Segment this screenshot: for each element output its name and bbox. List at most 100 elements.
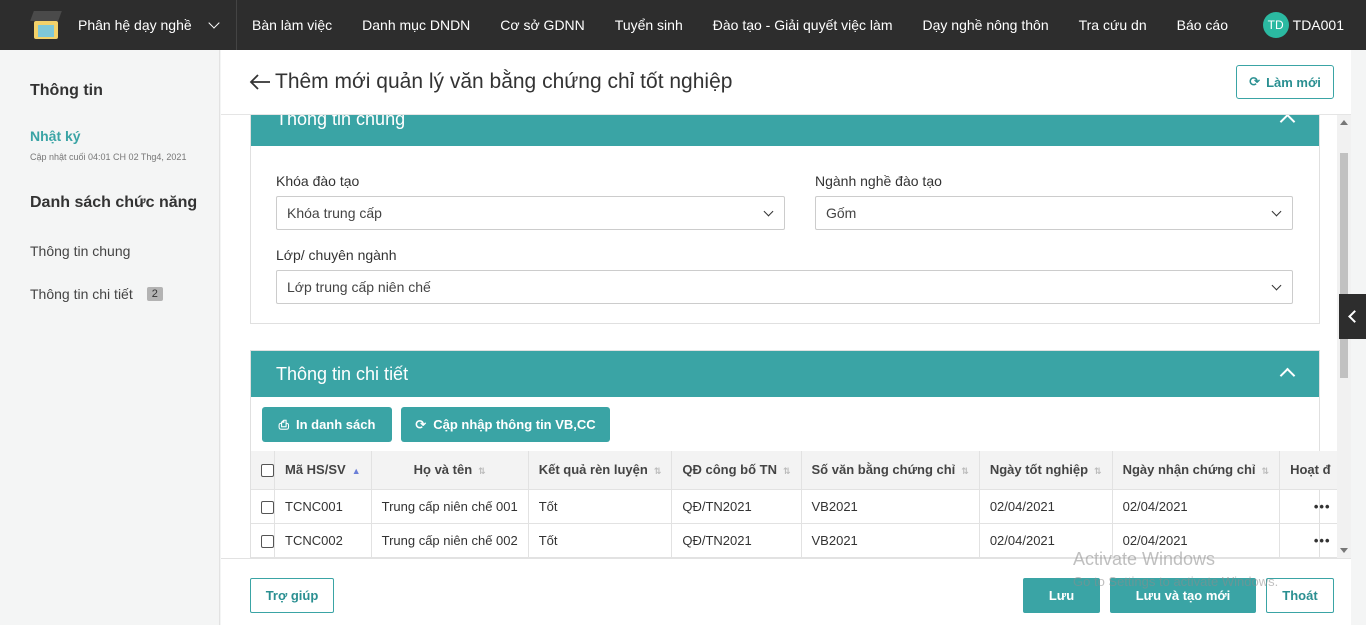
course-label: Khóa đào tạo (276, 173, 360, 189)
col-decision[interactable]: QĐ công bố TN ⇅ (671, 451, 802, 490)
more-options-icon[interactable]: ••• (1314, 533, 1331, 548)
count-badge: 2 (146, 287, 163, 301)
col-grad-date-label: Ngày tốt nghiệp (989, 462, 1089, 478)
class-value: Lớp trung cấp niên chế (287, 279, 431, 295)
more-options-icon[interactable]: ••• (1314, 499, 1331, 514)
col-name[interactable]: Họ và tên ⇅ (371, 451, 529, 490)
form-content: Thông tin chung Khóa đào tạo Khóa trung … (221, 115, 1351, 558)
main-menu: Bàn làm việc Danh mục DNDN Cơ sở GDNN Tu… (237, 0, 1243, 50)
sidebar-item-general[interactable]: Thông tin chung (30, 243, 130, 259)
main-panel: Thêm mới quản lý văn bằng chứng chỉ tốt … (221, 50, 1351, 625)
cell-code: TCNC001 (274, 489, 372, 524)
class-label: Lớp/ chuyên ngành (276, 247, 397, 263)
general-info-title: Thông tin chung (276, 115, 406, 129)
select-all-checkbox[interactable] (261, 464, 274, 478)
sort-icon: ⇅ (478, 466, 486, 477)
col-action-label: Hoạt đ (1290, 462, 1331, 478)
course-value: Khóa trung cấp (287, 205, 382, 221)
class-select[interactable]: Lớp trung cấp niên chế (276, 270, 1293, 304)
watermark-subtitle: Go to Settings to activate Windows. (1073, 574, 1279, 589)
sidebar-log-link[interactable]: Nhật ký (30, 128, 81, 144)
cell-grad-date: 02/04/2021 (979, 489, 1113, 524)
top-navbar: Phân hệ dạy nghề Bàn làm việc Danh mục D… (0, 0, 1366, 50)
row-checkbox[interactable] (261, 500, 274, 514)
col-cert-no[interactable]: Số văn bằng chứng chỉ ⇅ (801, 451, 980, 490)
menu-item-training[interactable]: Đào tạo - Giải quyết việc làm (698, 17, 908, 33)
print-list-label: In danh sách (295, 417, 376, 432)
general-info-card: Thông tin chung Khóa đào tạo Khóa trung … (250, 115, 1320, 324)
refresh-button[interactable]: ⟳ Làm mới (1236, 65, 1334, 99)
chevron-down-icon (763, 206, 774, 217)
update-cert-button[interactable]: ⟳ Cập nhập thông tin VB,CC (401, 407, 610, 442)
sort-icon: ⇅ (653, 466, 662, 477)
module-label: Phân hệ dạy nghề (78, 17, 192, 33)
cell-cert-no: VB2021 (801, 523, 980, 558)
course-select[interactable]: Khóa trung cấp (276, 196, 785, 230)
menu-item-catalog[interactable]: Danh mục DNDN (347, 17, 485, 33)
menu-item-rural[interactable]: Dạy nghề nông thôn (908, 17, 1064, 33)
printer-icon: ⎙ (278, 416, 289, 432)
scroll-down-icon[interactable] (1340, 548, 1348, 553)
watermark-title: Activate Windows (1073, 549, 1216, 569)
chevron-up-icon[interactable] (1279, 367, 1296, 384)
menu-item-facility[interactable]: Cơ sở GDNN (485, 17, 599, 33)
major-label: Ngành nghề đào tạo (815, 173, 942, 189)
row-checkbox[interactable] (261, 534, 274, 548)
module-switcher[interactable]: Phân hệ dạy nghề (0, 0, 237, 50)
col-action: Hoạt đ (1279, 451, 1341, 490)
table-row[interactable]: TCNC001 Trung cấp niên chế 001 Tốt QĐ/TN… (251, 489, 1341, 524)
cell-result: Tốt (528, 489, 673, 524)
help-button[interactable]: Trợ giúp (250, 578, 334, 613)
col-decision-label: QĐ công bố TN (682, 462, 777, 478)
sort-asc-icon: ▲ (351, 466, 361, 477)
cell-code: TCNC002 (274, 523, 372, 558)
major-value: Gốm (826, 205, 857, 221)
chevron-down-icon (207, 17, 220, 29)
menu-item-enrollment[interactable]: Tuyển sinh (600, 17, 698, 33)
detail-card: Thông tin chi tiết ⎙ In danh sách ⟳ Cập … (250, 350, 1341, 558)
row-select-cell (251, 523, 275, 558)
refresh-icon: ⟳ (1249, 74, 1261, 89)
sort-icon: ⇅ (782, 466, 791, 477)
user-name: TDA001 (1292, 17, 1344, 33)
col-grad-date[interactable]: Ngày tốt nghiệp ⇅ (979, 451, 1113, 490)
update-cert-label: Cập nhập thông tin VB,CC (433, 417, 596, 432)
col-cert-no-label: Số văn bằng chứng chỉ (811, 462, 956, 478)
chevron-down-icon (1271, 280, 1282, 291)
user-menu[interactable]: TD TDA001 (1262, 12, 1344, 38)
page-title: Thêm mới quản lý văn bằng chứng chỉ tốt … (275, 70, 733, 93)
row-select-cell (251, 489, 275, 524)
general-info-header[interactable]: Thông tin chung (251, 115, 1319, 146)
sidebar-item-label: Thông tin chi tiết (30, 286, 133, 302)
cell-decision: QĐ/TN2021 (671, 489, 802, 524)
col-code[interactable]: Mã HS/SV ▲ (274, 451, 372, 490)
avatar: TD (1262, 12, 1289, 38)
arrow-left-icon[interactable] (249, 72, 271, 92)
cell-name: Trung cấp niên chế 001 (371, 489, 529, 524)
refresh-label: Làm mới (1266, 74, 1321, 90)
sidebar-item-detail[interactable]: Thông tin chi tiết 2 (30, 286, 163, 302)
sidebar-log-updated: Cập nhật cuối 04:01 CH 02 Thg4, 2021 (30, 152, 187, 162)
scrollbar-thumb[interactable] (1340, 153, 1348, 378)
select-all-cell (251, 451, 275, 490)
chevron-down-icon (1271, 206, 1282, 217)
chevron-up-icon[interactable] (1279, 115, 1296, 130)
cell-cert-no: VB2021 (801, 489, 980, 524)
major-select[interactable]: Gốm (815, 196, 1293, 230)
detail-header[interactable]: Thông tin chi tiết (251, 351, 1319, 397)
cell-decision: QĐ/TN2021 (671, 523, 802, 558)
page-header: Thêm mới quản lý văn bằng chứng chỉ tốt … (221, 50, 1351, 115)
menu-item-lookup[interactable]: Tra cứu dn (1064, 17, 1162, 33)
menu-item-report[interactable]: Báo cáo (1162, 17, 1243, 33)
col-recv-date[interactable]: Ngày nhận chứng chỉ ⇅ (1112, 451, 1281, 490)
col-result[interactable]: Kết quả rèn luyện ⇅ (528, 451, 673, 490)
scroll-up-icon[interactable] (1340, 120, 1348, 125)
table-header-row: Mã HS/SV ▲ Họ và tên ⇅ Kết quả rèn luyện ⇅ … (251, 451, 1341, 490)
side-panel-toggle[interactable] (1339, 294, 1366, 339)
refresh-icon: ⟳ (415, 416, 427, 432)
activation-watermark: Activate Windows Go to Settings to activ… (1073, 549, 1278, 589)
col-code-label: Mã HS/SV (285, 462, 346, 478)
print-list-button[interactable]: ⎙ In danh sách (262, 407, 392, 442)
menu-item-desk[interactable]: Bàn làm việc (237, 17, 347, 33)
cell-result: Tốt (528, 523, 673, 558)
